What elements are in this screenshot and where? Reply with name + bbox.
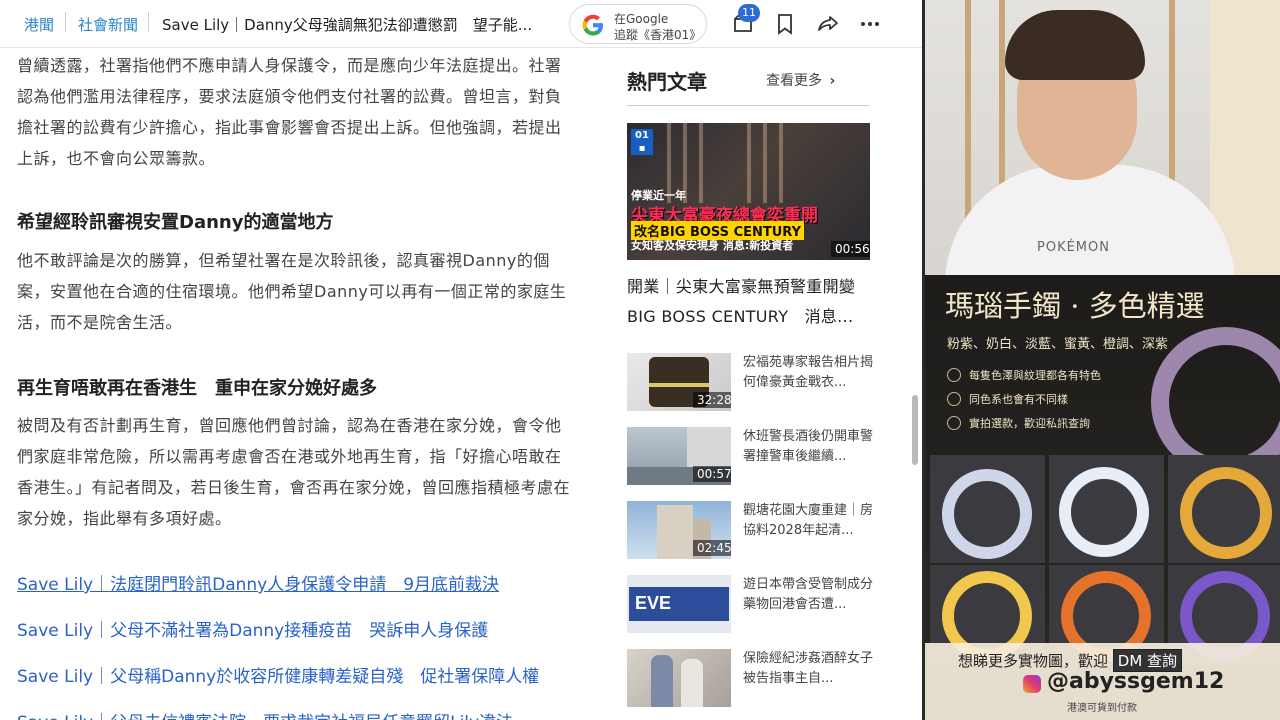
see-more-link[interactable]: 查看更多 ›	[766, 70, 835, 90]
notification-badge: 11	[738, 4, 760, 22]
webcam-overlay: POKÉMON	[925, 0, 1280, 275]
bangle-photo	[1168, 455, 1280, 563]
top-bar: 港聞 社會新聞 Save Lily｜Danny父母強調無犯法卻遭懲罰 望子能..…	[0, 0, 924, 48]
breadcrumb-news[interactable]: 港聞	[24, 14, 54, 35]
hot-article-item[interactable]: 保險經紀涉姦酒醉女子 被告指事主自...	[627, 649, 887, 709]
video-duration: 32:28	[693, 392, 731, 408]
video-duration: 02:45	[693, 540, 731, 556]
bangle-photo	[930, 455, 1045, 563]
see-more-label: 查看更多	[766, 73, 822, 89]
hot-article-title: 休班警長酒後仍開車警署撞警車後繼續...	[743, 429, 874, 464]
breadcrumb-divider	[65, 12, 66, 32]
article-body: 曾續透露，社署指他們不應申請人身保護令，而是應向少年法庭提出。社署認為他們濫用法…	[0, 48, 600, 720]
article-thumbnail: 32:28	[627, 353, 731, 411]
article-thumbnail: 00:57	[627, 427, 731, 485]
hot-article-title: 保險經紀涉姦酒醉女子 被告指事主自...	[743, 651, 887, 686]
chevron-right-icon: ›	[829, 73, 836, 89]
hot-article-title: 宏福苑專家報告相片揭何偉豪黃金戰衣...	[743, 355, 874, 390]
related-article-link[interactable]: Save Lily｜法庭閉門聆訊Danny人身保護令申請 9月底前裁決	[17, 570, 499, 595]
google-follow-line2: 追蹤《香港01》	[614, 28, 702, 42]
feature-article-title[interactable]: 開業｜尖東大富豪無預警重開變BIG BOSS CENTURY 消息...	[627, 272, 877, 332]
video-duration: 00:57	[693, 466, 731, 482]
breadcrumb-social-news[interactable]: 社會新聞	[78, 14, 138, 35]
hot-article-title: 觀塘花園大廈重建｜房協料2028年起清...	[743, 503, 874, 538]
feature-video-thumbnail[interactable]: 01 ▪ 停業近一年 尖東大富豪夜總會奕重開 改名BIG BOSS CENTURY…	[627, 123, 870, 260]
camera-icon	[947, 416, 961, 430]
video-duration: 00:56	[831, 241, 870, 257]
google-follow-button[interactable]: 在Google 追蹤《香港01》	[569, 4, 707, 44]
related-article-link[interactable]: Save Lily｜父母不滿社署為Danny接種疫苗 哭訴申人身保護	[17, 616, 488, 641]
article-thumbnail: EVE	[627, 575, 731, 633]
ad-title: 瑪瑙手鐲 · 多色精選	[945, 289, 1205, 323]
instagram-icon	[1023, 675, 1041, 693]
hot-article-item[interactable]: 00:57 休班警長酒後仍開車警署撞警車後繼續...	[627, 427, 877, 487]
ad-feature: 實拍選款，歡迎私訊查詢	[947, 415, 1090, 431]
ad-footnote: 港澳可貨到付款	[1067, 703, 1137, 714]
advertisement-banner[interactable]: 瑪瑙手鐲 · 多色精選 粉紫、奶白、淡藍、蜜黃、橙調、深紫 每隻色澤與紋理都各有…	[925, 275, 1280, 720]
google-follow-line1: 在Google	[614, 12, 669, 26]
hot-article-item[interactable]: EVE 遊日本帶含受管制成分藥物回港會否遭...	[627, 575, 877, 635]
page-title: Save Lily｜Danny父母強調無犯法卻遭懲罰 望子能...	[162, 16, 533, 34]
related-article-link[interactable]: Save Lily｜父母稱Danny於收容所健康轉差疑自殘 促社署保障人權	[17, 662, 539, 687]
ad-feature: 同色系也會有不同樣	[947, 391, 1068, 407]
diamond-icon	[947, 368, 961, 382]
hk01-logo: 01 ▪	[631, 129, 653, 155]
article-subheading: 再生育唔敢再在香港生 重申在家分娩好處多	[17, 378, 377, 399]
shirt-print: POKÉMON	[1037, 240, 1110, 255]
hot-article-title: 遊日本帶含受管制成分藥物回港會否遭...	[743, 577, 874, 612]
divider	[627, 105, 870, 106]
bangle-photo	[1049, 455, 1164, 563]
article-thumbnail	[627, 649, 731, 707]
scrollbar-thumb[interactable]	[912, 395, 918, 465]
hot-article-item[interactable]: 32:28 宏福苑專家報告相片揭何偉豪黃金戰衣...	[627, 353, 877, 413]
article-paragraph: 曾續透露，社署指他們不應申請人身保護令，而是應向少年法庭提出。社署認為他們濫用法…	[17, 56, 562, 168]
thumbnail-caption: 女知客及保安現身 消息:新投資者	[631, 239, 794, 252]
more-options-icon[interactable]	[858, 12, 882, 36]
related-article-link[interactable]: Save Lily｜父母去信禮賓法院 要求裁定社福局任意羈留Lily違法	[17, 708, 513, 720]
hot-articles-title: 熱門文章	[627, 70, 707, 94]
instagram-handle[interactable]: @abyssgem12	[1047, 669, 1224, 694]
breadcrumb-divider	[148, 12, 149, 32]
hot-article-item[interactable]: 02:45 觀塘花園大廈重建｜房協料2028年起清...	[627, 501, 877, 561]
share-icon[interactable]	[816, 12, 840, 36]
bookmark-icon[interactable]	[773, 12, 797, 36]
palette-icon	[947, 392, 961, 406]
google-icon	[582, 14, 603, 36]
article-paragraph: 被問及有否計劃再生育，曾回應他們曾討論，認為在香港在家分娩，會令他們家庭非常危險…	[17, 416, 571, 528]
article-subheading: 希望經聆訊審視安置Danny的適當地方	[17, 212, 334, 233]
article-paragraph: 他不敢評論是次的勝算，但希望社署在是次聆訊後，認真審視Danny的個案，安置他在…	[17, 251, 567, 332]
ad-feature: 每隻色澤與紋理都各有特色	[947, 367, 1101, 383]
ad-color-list: 粉紫、奶白、淡藍、蜜黃、橙調、深紫	[947, 337, 1169, 352]
article-thumbnail: 02:45	[627, 501, 731, 559]
